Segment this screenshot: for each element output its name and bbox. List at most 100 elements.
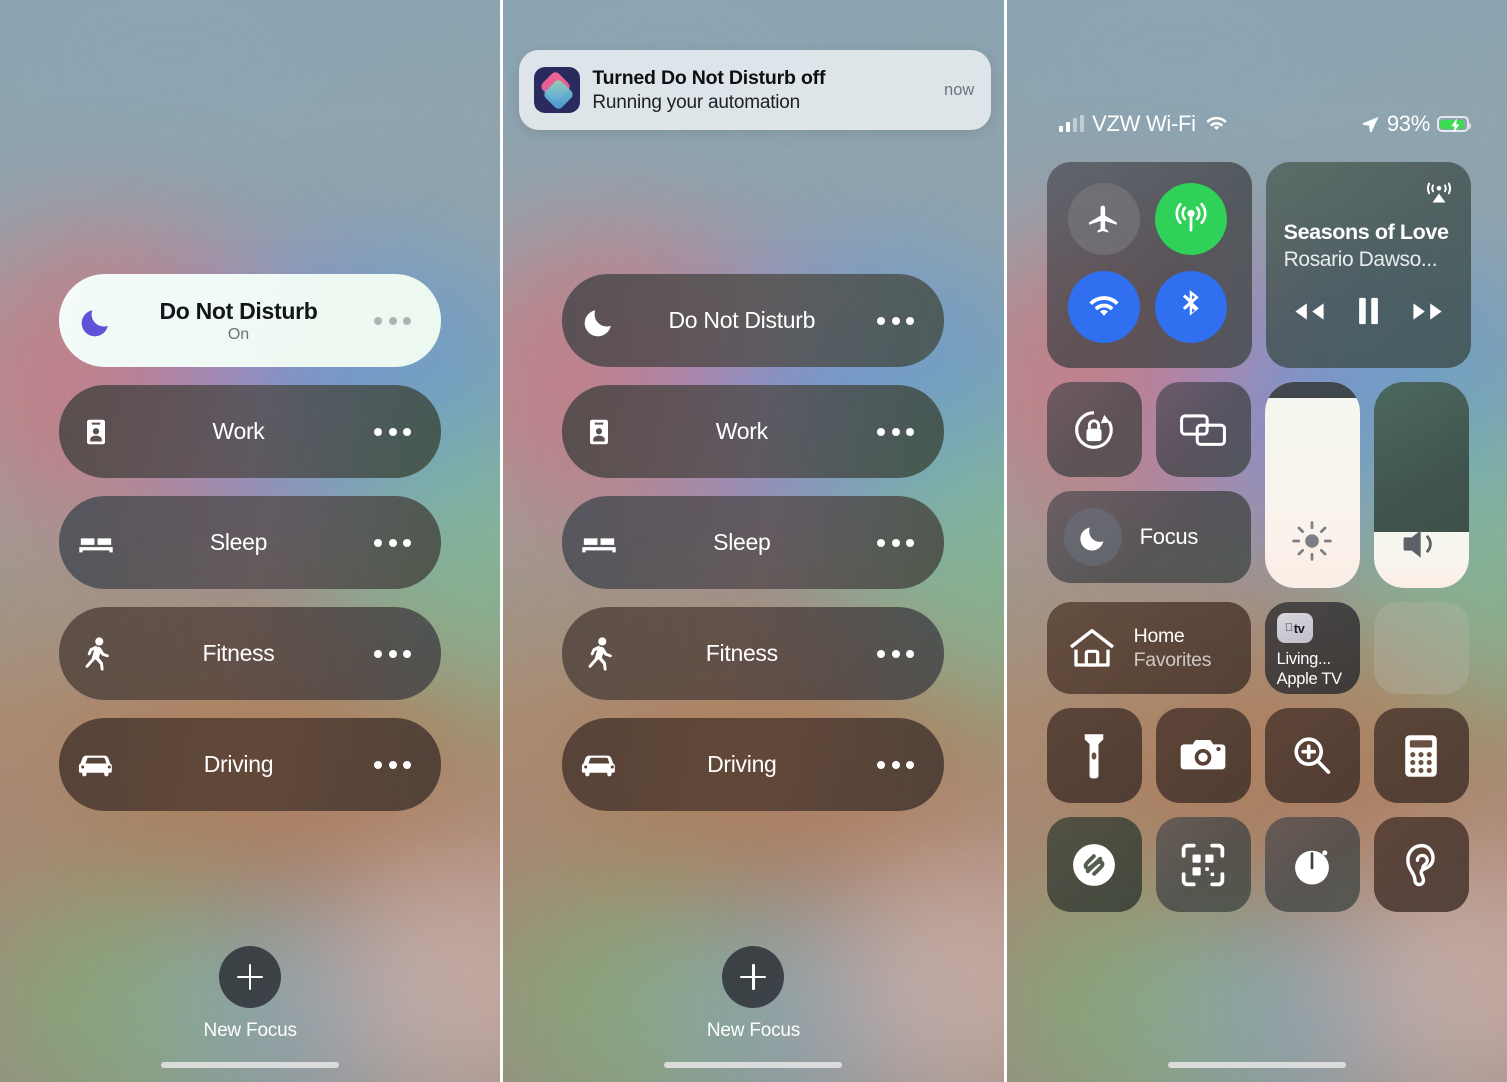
home-indicator[interactable]	[664, 1062, 843, 1068]
screenshot-root: Do Not Disturb On Work Sleep Fitness Dri…	[0, 0, 1507, 1082]
more-options-icon[interactable]	[374, 760, 411, 769]
focus-row-fitness[interactable]: Fitness	[562, 607, 945, 700]
screen-mirroring-toggle[interactable]	[1155, 382, 1251, 477]
focus-row-label: Driving	[707, 751, 777, 777]
bluetooth-toggle[interactable]	[1155, 271, 1228, 343]
focus-row-text: Fitness	[133, 640, 374, 667]
add-new-focus-button[interactable]	[722, 946, 785, 1008]
panel-control-center: VZW Wi-Fi 93% Seasons of Love Rosario Da…	[1006, 0, 1507, 1082]
calculator-button[interactable]	[1373, 708, 1469, 803]
pause-icon[interactable]	[1357, 296, 1380, 326]
focus-row-driving[interactable]: Driving	[562, 718, 945, 811]
more-options-icon[interactable]	[374, 427, 411, 436]
more-options-icon[interactable]	[374, 649, 411, 658]
notification-subtitle: Running your automation	[592, 91, 801, 113]
cellular-bars-icon	[1058, 115, 1085, 132]
flashlight-toggle[interactable]	[1046, 708, 1142, 803]
focus-row-do-not-disturb[interactable]: Do Not Disturb On	[59, 274, 441, 367]
fast-forward-icon[interactable]	[1411, 299, 1447, 324]
bed-icon	[562, 525, 636, 561]
notification-banner[interactable]: Turned Do Not Disturb off Running your a…	[519, 50, 992, 130]
home-tile-title: Home	[1133, 624, 1185, 647]
home-house-icon	[1067, 626, 1117, 670]
focus-row-label: Sleep	[713, 529, 771, 555]
status-bar: VZW Wi-Fi 93%	[1007, 108, 1507, 140]
magnifier-button[interactable]	[1264, 708, 1360, 803]
focus-list-panel2: Do Not Disturb Work Sleep Fitness Drivin…	[562, 274, 945, 829]
now-playing-title: Seasons of Love	[1283, 220, 1449, 244]
home-tile[interactable]: Home Favorites	[1046, 602, 1251, 694]
focus-row-text: Work	[636, 418, 877, 445]
new-focus-group: New Focus	[0, 946, 500, 1042]
moon-icon	[1063, 508, 1122, 566]
add-new-focus-button[interactable]	[219, 946, 282, 1008]
qr-code-scanner-icon	[1180, 842, 1226, 888]
focus-row-label: Work	[715, 418, 768, 444]
shazam-icon	[1070, 841, 1118, 889]
focus-row-text: Do Not Disturb On	[133, 298, 374, 344]
bed-icon	[59, 525, 133, 561]
car-icon	[59, 750, 133, 780]
more-options-icon[interactable]	[877, 760, 915, 769]
focus-list-panel1: Do Not Disturb On Work Sleep Fitness Dri…	[59, 274, 441, 829]
more-options-icon[interactable]	[374, 538, 411, 547]
id-badge-icon	[562, 417, 636, 447]
more-options-icon[interactable]	[877, 316, 915, 325]
rewind-icon[interactable]	[1290, 299, 1326, 324]
focus-row-work[interactable]: Work	[562, 385, 945, 478]
hearing-button[interactable]	[1373, 817, 1469, 912]
panel-focus-notification: Turned Do Not Disturb off Running your a…	[503, 0, 1004, 1082]
focus-row-do-not-disturb[interactable]: Do Not Disturb	[562, 274, 945, 367]
focus-row-text: Fitness	[636, 640, 877, 667]
focus-tile[interactable]: Focus	[1046, 491, 1251, 583]
now-playing-artist: Rosario Dawso...	[1283, 248, 1438, 271]
focus-row-text: Sleep	[636, 529, 877, 556]
home-indicator[interactable]	[161, 1062, 340, 1068]
focus-row-label: Fitness	[705, 640, 778, 666]
id-badge-icon	[59, 417, 133, 447]
carrier-label: VZW Wi-Fi	[1092, 111, 1196, 136]
focus-row-text: Driving	[636, 751, 877, 778]
calculator-icon	[1402, 733, 1440, 779]
notification-timestamp: now	[944, 80, 975, 99]
moon-icon	[562, 304, 636, 338]
airplane-icon	[1087, 202, 1121, 236]
more-options-icon[interactable]	[877, 649, 915, 658]
airplane-mode-toggle[interactable]	[1067, 183, 1140, 255]
flashlight-icon	[1081, 732, 1107, 780]
wifi-icon	[1087, 294, 1121, 321]
home-indicator[interactable]	[1167, 1062, 1346, 1068]
focus-row-driving[interactable]: Driving	[59, 718, 441, 811]
rotation-lock-toggle[interactable]	[1046, 382, 1142, 477]
more-options-icon[interactable]	[877, 538, 915, 547]
now-playing-tile[interactable]: Seasons of Love Rosario Dawso...	[1265, 162, 1471, 368]
focus-row-work[interactable]: Work	[59, 385, 441, 478]
battery-percent-label: 93%	[1386, 111, 1430, 136]
apple-tv-tile[interactable]: tv Living... Apple TV	[1264, 602, 1360, 694]
focus-row-sleep[interactable]: Sleep	[562, 496, 945, 589]
control-center-grid: Seasons of Love Rosario Dawso... Focus H…	[1046, 162, 1483, 926]
focus-row-text: Do Not Disturb	[636, 307, 877, 334]
focus-row-sleep[interactable]: Sleep	[59, 496, 441, 589]
focus-row-fitness[interactable]: Fitness	[59, 607, 441, 700]
more-options-icon[interactable]	[877, 427, 915, 436]
volume-slider[interactable]	[1373, 382, 1469, 588]
airplay-audio-icon[interactable]	[1425, 178, 1453, 206]
code-scanner-button[interactable]	[1155, 817, 1251, 912]
wifi-toggle[interactable]	[1067, 271, 1140, 343]
wifi-icon	[1204, 115, 1229, 134]
music-recognition-button[interactable]	[1046, 817, 1142, 912]
rotation-lock-icon	[1071, 407, 1117, 453]
timer-button[interactable]	[1264, 817, 1360, 912]
brightness-slider[interactable]	[1264, 382, 1360, 588]
panel-focus-dnd-on: Do Not Disturb On Work Sleep Fitness Dri…	[0, 0, 501, 1082]
empty-tile-slot[interactable]	[1373, 602, 1469, 694]
timer-icon	[1290, 842, 1334, 888]
more-options-icon[interactable]	[374, 316, 411, 325]
new-focus-label: New Focus	[203, 1020, 297, 1041]
speaker-volume-icon	[1374, 526, 1469, 562]
cellular-data-toggle[interactable]	[1155, 183, 1228, 255]
focus-row-text: Sleep	[133, 529, 374, 556]
focus-row-label: Fitness	[202, 640, 275, 666]
camera-button[interactable]	[1155, 708, 1251, 803]
